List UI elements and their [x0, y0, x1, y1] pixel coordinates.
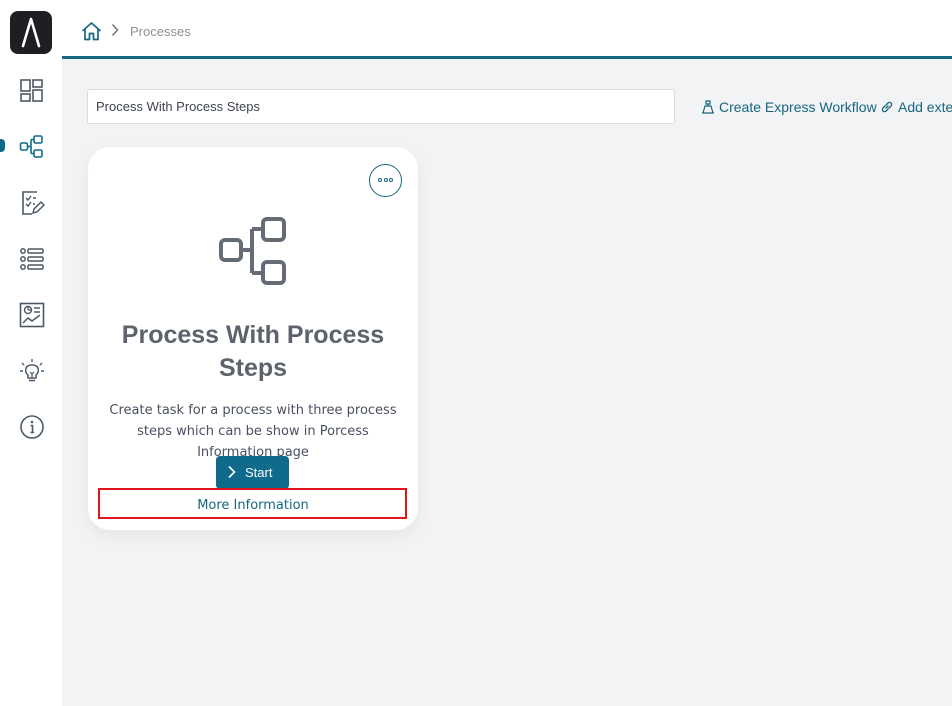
breadcrumb-current: Processes	[130, 24, 191, 39]
search-input[interactable]: Process With Process Steps	[87, 89, 675, 124]
sidebar-item-dashboard[interactable]	[0, 70, 62, 110]
start-label: Start	[245, 465, 273, 480]
dot	[378, 178, 382, 182]
process-icon	[219, 217, 286, 285]
chevron-right-icon	[111, 23, 119, 37]
create-express-workflow-link[interactable]: Create Express Workflow	[701, 99, 877, 115]
idea-icon	[20, 359, 44, 382]
logo-icon	[21, 17, 41, 48]
create-express-workflow-label: Create Express Workflow	[719, 99, 877, 115]
list-icon	[20, 248, 44, 270]
app-logo[interactable]	[10, 11, 52, 54]
info-icon	[20, 415, 44, 439]
card-description: Create task for a process with three pro…	[109, 403, 397, 460]
tasks-icon	[22, 191, 45, 215]
sidebar-item-reports[interactable]	[0, 294, 62, 334]
chevron-right-icon	[228, 465, 236, 479]
dot	[389, 178, 393, 182]
process-icon	[19, 135, 43, 158]
card-title: Process With Process Steps	[121, 321, 385, 382]
dashboard-icon	[20, 79, 43, 102]
more-options-button[interactable]	[369, 164, 402, 197]
workflow-icon	[702, 100, 714, 114]
start-button[interactable]: Start	[216, 456, 289, 489]
dot	[383, 178, 388, 182]
report-icon	[19, 302, 45, 328]
link-icon	[881, 101, 893, 113]
sidebar-item-info[interactable]	[0, 406, 62, 446]
sidebar-item-list[interactable]	[0, 238, 62, 278]
home-icon[interactable]	[81, 21, 102, 41]
sidebar-item-ideas[interactable]	[0, 350, 62, 390]
highlight-box	[98, 488, 407, 519]
top-bar: Processes	[62, 0, 952, 59]
sidebar-item-processes[interactable]	[0, 126, 62, 166]
process-card: Process With Process Steps Create task f…	[88, 147, 418, 530]
sidebar-item-tasks[interactable]	[0, 182, 62, 222]
add-external-label: Add exte	[898, 99, 952, 115]
add-external-link[interactable]: Add exte	[880, 99, 952, 115]
sidebar	[0, 0, 62, 706]
